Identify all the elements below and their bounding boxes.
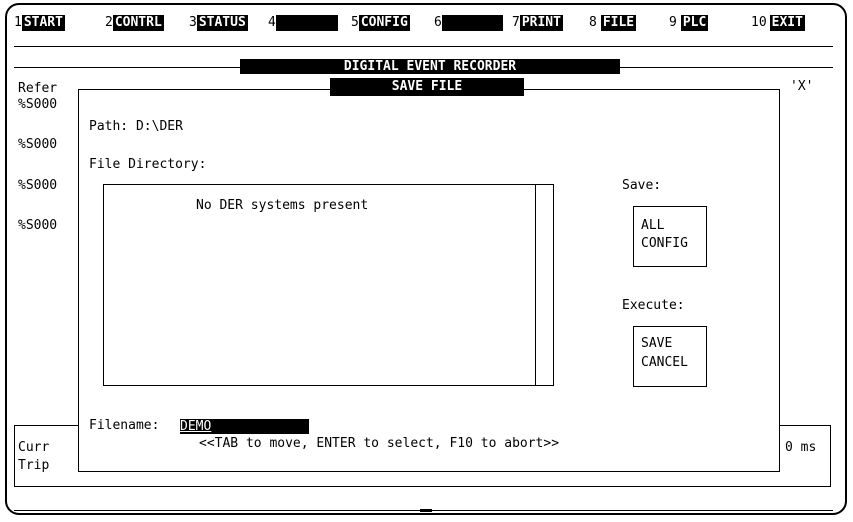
fkey-9[interactable]: 9 PLC xyxy=(669,15,709,31)
file-directory-list[interactable] xyxy=(103,184,554,386)
directory-scrollbar[interactable] xyxy=(535,184,536,386)
dialog-title: SAVE FILE xyxy=(330,78,524,96)
directory-label: File Directory: xyxy=(89,157,207,172)
execute-label: Execute: xyxy=(622,298,685,313)
keyboard-hint: <<TAB to move, ENTER to select, F10 to a… xyxy=(199,436,560,451)
s-item: %S000 xyxy=(18,178,58,193)
save-label: Save: xyxy=(622,178,662,193)
fkey-2[interactable]: 2 CONTRL xyxy=(105,15,164,31)
fkey-7[interactable]: 7 PRINT xyxy=(512,15,563,31)
trip-label: Trip xyxy=(18,458,50,473)
s-item: %S000 xyxy=(18,218,58,233)
scroll-marker xyxy=(420,509,432,512)
directory-empty-text: No DER systems present xyxy=(196,198,369,213)
path-label: Path: D:\DER xyxy=(89,119,183,134)
s-item: %S000 xyxy=(18,137,58,152)
fkey-6[interactable]: 6 xyxy=(434,15,503,31)
save-cancel-button[interactable]: SAVE CANCEL xyxy=(633,326,707,387)
filename-input[interactable]: DEMO xyxy=(180,419,309,434)
refer-label: Refer xyxy=(18,81,58,96)
filename-label: Filename: xyxy=(89,418,160,433)
menu-separator xyxy=(14,46,833,47)
recorder-title: DIGITAL EVENT RECORDER xyxy=(240,59,620,74)
fkey-1[interactable]: 1 START xyxy=(14,15,65,31)
fkey-10[interactable]: 10 EXIT xyxy=(751,15,805,31)
ms-label: 0 ms xyxy=(785,440,817,455)
fkey-4[interactable]: 4 xyxy=(268,15,338,31)
fkey-3[interactable]: 3 STATUS xyxy=(189,15,248,31)
all-config-button[interactable]: ALL CONFIG xyxy=(633,206,707,267)
fkey-8[interactable]: 8 FILE xyxy=(589,15,637,31)
curr-label: Curr xyxy=(18,440,50,455)
s-item: %S000 xyxy=(18,97,58,112)
x-label: 'X' xyxy=(790,79,814,94)
fkey-5[interactable]: 5 CONFIG xyxy=(351,15,410,31)
